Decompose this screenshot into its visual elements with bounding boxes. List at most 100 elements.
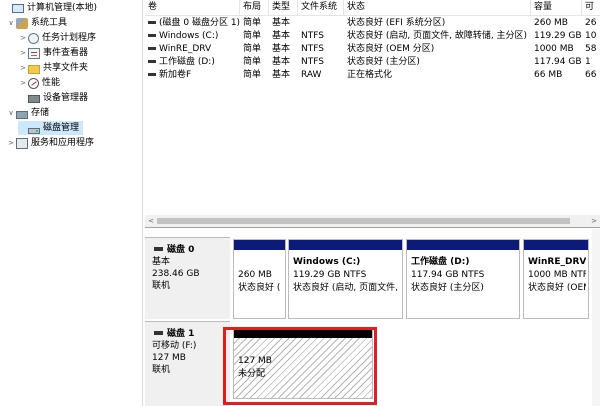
tree-item-event-viewer[interactable]: > 事件查看器 — [18, 46, 88, 60]
console-tree: 计算机管理(本地) ∨ 系统工具 > 任务计划程序 > 事件查看器 > 共享文件… — [0, 0, 143, 406]
disk-1-status: 联机 — [152, 365, 171, 375]
column-header-layout[interactable]: 布局 — [240, 0, 269, 16]
partition-status: 状态良好 ( — [238, 283, 281, 293]
filesystem-cell — [298, 17, 344, 29]
volume-name: 新加卷F — [159, 70, 192, 80]
tree-item-disk-management[interactable]: 磁盘管理 — [18, 121, 84, 135]
status-cell: 状态良好 (EFI 系统分区) — [347, 18, 446, 28]
disk-1-info[interactable]: 磁盘 1 可移动 (F:) 127 MB 联机 — [145, 321, 230, 406]
vertical-scrollbar[interactable] — [592, 229, 600, 406]
volume-list: 卷 布局 类型 文件系统 状态 容量 可 (磁盘 0 磁盘分区 1) 简单 基本… — [145, 0, 600, 228]
tree-item-device-manager[interactable]: 设备管理器 — [18, 91, 88, 105]
chevron-right-icon[interactable]: > — [18, 31, 28, 45]
tree-item-performance[interactable]: > 性能 — [18, 76, 60, 90]
partition-work-d[interactable]: 工作磁盘 (D:) 117.94 GB NTFS 状态良好 (主分区) — [406, 239, 520, 319]
layout-cell: 简单 — [243, 70, 262, 80]
tree-item-label: 任务计划程序 — [42, 33, 97, 43]
tree-item-storage[interactable]: ∨ 存储 — [6, 106, 49, 120]
table-row[interactable]: (磁盘 0 磁盘分区 1) 简单 基本 状态良好 (EFI 系统分区) 260 … — [145, 17, 600, 29]
volume-icon — [148, 34, 156, 37]
chevron-down-icon[interactable]: ∨ — [6, 106, 16, 120]
tree-item-task-scheduler[interactable]: > 任务计划程序 — [18, 31, 96, 45]
table-row[interactable]: WinRE_DRV 简单 基本 NTFS 状态良好 (OEM 分区) 1000 … — [145, 43, 600, 55]
column-header-volume[interactable]: 卷 — [145, 0, 240, 16]
tree-item-label: 磁盘管理 — [43, 123, 80, 133]
volume-name: WinRE_DRV — [159, 44, 212, 54]
services-icon — [16, 137, 28, 149]
scroll-right-icon[interactable]: > — [588, 215, 600, 227]
column-header-filesystem[interactable]: 文件系统 — [298, 0, 344, 16]
volume-name: (磁盘 0 磁盘分区 1) — [159, 18, 240, 28]
volume-name: 工作磁盘 (D:) — [159, 57, 215, 67]
partition-status: 状态良好 (OEM — [528, 283, 586, 293]
type-cell: 基本 — [272, 57, 291, 67]
volume-cell: 工作磁盘 (D:) — [145, 56, 240, 68]
tree-item-shared-folders[interactable]: > 共享文件夹 — [18, 61, 88, 75]
disk-0-info[interactable]: 磁盘 0 基本 238.46 GB 联机 — [145, 237, 230, 319]
table-row[interactable]: 新加卷F 简单 基本 RAW 正在格式化 66 MB 66 — [145, 69, 600, 81]
tools-icon — [16, 17, 28, 29]
table-row[interactable]: Windows (C:) 简单 基本 NTFS 状态良好 (启动, 页面文件, … — [145, 30, 600, 42]
partition-size: 117.94 GB NTFS — [411, 270, 485, 280]
column-header-type[interactable]: 类型 — [269, 0, 298, 16]
layout-cell: 简单 — [243, 31, 262, 41]
scroll-left-icon[interactable]: < — [145, 215, 157, 227]
capacity-cell: 119.29 GB — [534, 31, 582, 41]
tree-item-label: 设备管理器 — [43, 93, 89, 103]
column-header-status[interactable]: 状态 — [344, 0, 531, 16]
disk-name: 磁盘 1 — [167, 329, 195, 339]
disk-name: 磁盘 0 — [167, 245, 195, 255]
partition-winre[interactable]: WinRE_DRV 1000 MB NTFS 状态良好 (OEM — [523, 239, 589, 319]
free-cell: 58 — [585, 44, 597, 54]
partition-size: 1000 MB NTFS — [528, 270, 586, 280]
disk-icon — [154, 330, 163, 335]
disk-1-type: 可移动 (F:) — [152, 341, 197, 351]
chevron-right-icon[interactable]: > — [18, 46, 28, 60]
disk-1-name: 磁盘 1 — [154, 326, 194, 339]
filesystem-cell: RAW — [301, 70, 322, 80]
scrollbar-thumb[interactable] — [157, 218, 570, 224]
chevron-right-icon[interactable]: > — [18, 76, 28, 90]
free-cell: 66 — [585, 70, 597, 80]
storage-icon — [16, 111, 28, 119]
column-header-free[interactable]: 可 — [582, 0, 600, 16]
disk-icon — [28, 128, 40, 134]
capacity-cell: 260 MB — [534, 18, 568, 28]
disk-icon — [154, 246, 163, 251]
device-manager-icon — [28, 95, 40, 103]
layout-cell: 简单 — [243, 18, 262, 28]
status-cell: 正在格式化 — [347, 70, 393, 80]
capacity-cell: 66 MB — [534, 70, 563, 80]
filesystem-cell: NTFS — [301, 44, 324, 54]
chevron-right-icon[interactable]: > — [6, 136, 16, 150]
disk-1-size: 127 MB — [152, 353, 186, 363]
partition-status: 状态良好 (启动, 页面文件, — [293, 283, 398, 293]
disk-0-status: 联机 — [152, 281, 171, 291]
tree-item-services[interactable]: > 服务和应用程序 — [6, 136, 94, 150]
type-cell: 基本 — [272, 70, 291, 80]
partition-efi[interactable]: 260 MB 状态良好 ( — [233, 239, 286, 319]
partition-bar — [289, 240, 402, 250]
chevron-right-icon[interactable]: > — [18, 61, 28, 75]
partition-windows-c[interactable]: Windows (C:) 119.29 GB NTFS 状态良好 (启动, 页面… — [288, 239, 403, 319]
partition-title: 工作磁盘 (D:) — [411, 257, 470, 267]
tree-item-label: 计算机管理(本地) — [27, 3, 98, 13]
partition-size: 119.29 GB NTFS — [293, 270, 367, 280]
partition-size: 260 MB — [238, 270, 272, 280]
capacity-cell: 117.94 GB — [534, 57, 582, 67]
table-row[interactable]: 工作磁盘 (D:) 简单 基本 NTFS 状态良好 (主分区) 117.94 G… — [145, 56, 600, 68]
volume-name: Windows (C:) — [159, 31, 219, 41]
partition-bar — [234, 240, 285, 250]
tree-item-label: 性能 — [42, 78, 61, 88]
tree-item-label: 事件查看器 — [43, 48, 89, 58]
column-header-capacity[interactable]: 容量 — [531, 0, 582, 16]
volume-cell: 新加卷F — [145, 69, 240, 81]
type-cell: 基本 — [272, 18, 291, 28]
tree-item-system-tools[interactable]: ∨ 系统工具 — [6, 16, 67, 30]
horizontal-scrollbar[interactable]: < > — [145, 215, 600, 227]
volume-cell: WinRE_DRV — [145, 43, 240, 55]
partition-status: 状态良好 (主分区) — [411, 283, 484, 293]
tree-item-root[interactable]: 计算机管理(本地) — [2, 1, 97, 15]
chevron-down-icon[interactable]: ∨ — [6, 16, 16, 30]
free-cell: 1 — [585, 57, 591, 67]
